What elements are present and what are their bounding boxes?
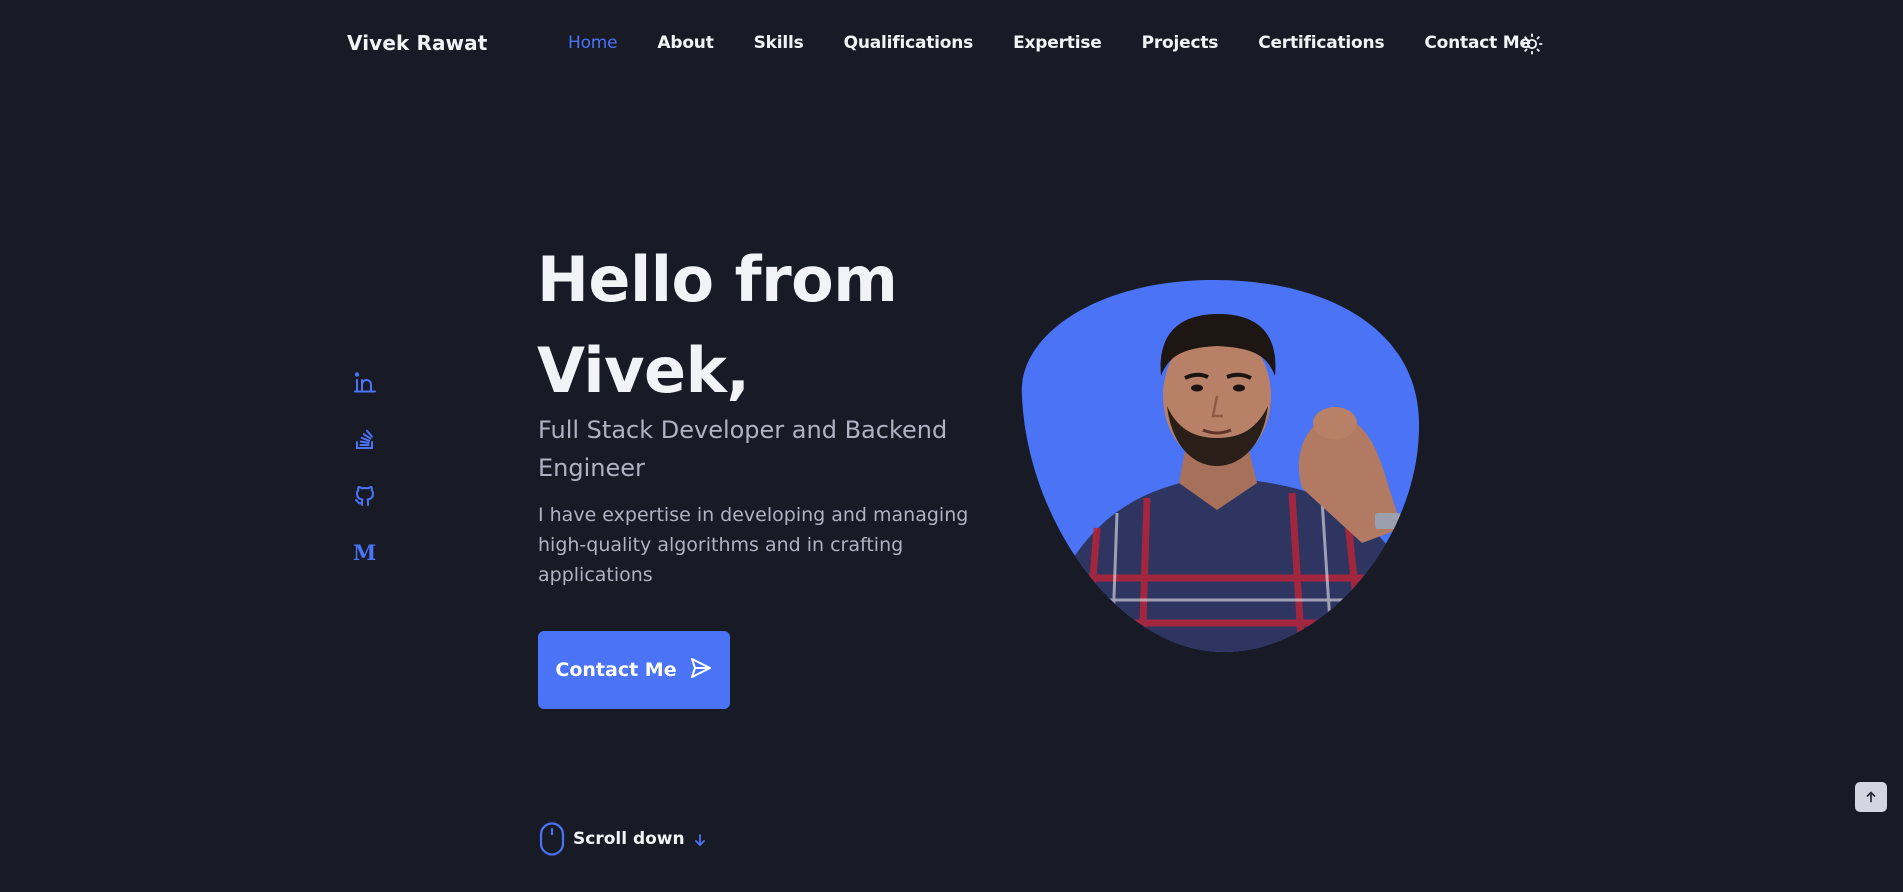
hero-description: I have expertise in developing and manag…: [538, 504, 969, 586]
site-header: Vivek Rawat Home About Skills Qualificat…: [0, 0, 1903, 90]
hero-subtitle: Full Stack Developer and Backend Enginee…: [538, 416, 948, 482]
hero-title: Hello from Vivek,: [537, 243, 898, 407]
arrow-up-icon: [1865, 788, 1877, 807]
site-logo[interactable]: Vivek Rawat: [347, 31, 487, 55]
contact-me-button[interactable]: Contact Me: [538, 631, 730, 709]
profile-photo: [1017, 278, 1419, 653]
nav-home[interactable]: Home: [568, 33, 618, 53]
send-icon: [689, 656, 713, 685]
scroll-down-label: Scroll down: [573, 829, 685, 849]
social-links: M: [353, 370, 377, 598]
linkedin-icon[interactable]: [353, 370, 377, 394]
nav-expertise[interactable]: Expertise: [1013, 33, 1102, 53]
contact-button-label: Contact Me: [555, 659, 677, 681]
main-nav: Home About Skills Qualifications Experti…: [568, 33, 1571, 53]
github-icon[interactable]: [353, 484, 377, 508]
stackoverflow-icon[interactable]: [353, 427, 377, 451]
scroll-to-top-button[interactable]: [1855, 782, 1887, 812]
nav-about[interactable]: About: [657, 33, 713, 53]
sun-icon[interactable]: [1521, 33, 1543, 55]
arrow-down-icon: [693, 832, 707, 846]
nav-contact-me[interactable]: Contact Me: [1424, 33, 1531, 53]
mouse-icon: [539, 822, 565, 856]
nav-projects[interactable]: Projects: [1142, 33, 1219, 53]
nav-skills[interactable]: Skills: [754, 33, 804, 53]
scroll-down-link[interactable]: Scroll down: [539, 822, 707, 856]
nav-qualifications[interactable]: Qualifications: [844, 33, 974, 53]
medium-icon[interactable]: M: [353, 541, 377, 565]
nav-certifications[interactable]: Certifications: [1258, 33, 1384, 53]
